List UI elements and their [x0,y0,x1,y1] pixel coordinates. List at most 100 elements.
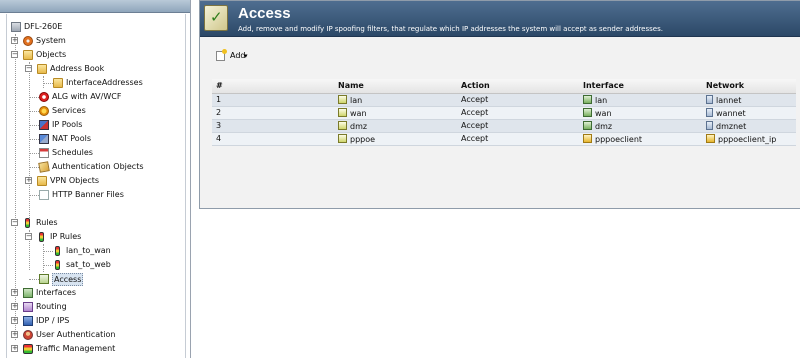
authentication-key-icon [38,161,50,173]
tree-label-ip-pools: IP Pools [52,120,83,129]
table-row[interactable]: 2 wan Accept wan wannet [212,106,796,120]
cell-interface: dmz [579,119,702,133]
cell-network: pppoeclient_ip [702,132,796,146]
cell-interface-text: lan [595,95,608,105]
add-button[interactable]: Add ▾ [210,49,252,63]
cell-network: dmznet [702,119,796,133]
table-row[interactable]: 1 lan Accept lan lannet [212,93,796,107]
tree-label-http-banner-files: HTTP Banner Files [52,190,124,199]
pppoe-interface-icon [583,133,592,143]
traffic-light-icon [55,260,60,270]
cell-network-text: dmznet [716,121,747,131]
table-row[interactable]: 4 pppoe Accept pppoeclient pppoeclient_i… [212,132,796,146]
collapse-toggle-icon[interactable]: − [25,65,32,72]
document-icon [39,190,49,200]
cell-name-text: pppoe [350,134,376,144]
cell-name-text: dmz [350,121,368,131]
cell-name-text: wan [350,108,367,118]
expand-toggle-icon[interactable]: + [11,303,18,310]
cell-interface-text: dmz [595,121,613,131]
ip-pool-icon [39,120,49,130]
new-item-icon [216,49,227,61]
firewall-device-icon [11,22,21,32]
tree-label-idp-ips: IDP / IPS [36,316,70,325]
cell-network-text: lannet [716,95,742,105]
column-header-network[interactable]: Network [702,79,796,94]
column-header-interface[interactable]: Interface [579,79,702,94]
routing-icon [23,302,33,312]
cell-number: 2 [212,106,334,120]
page-description: Add, remove and modify IP spoofing filte… [238,25,663,33]
navigation-pane: DFL-260E + System − Objects − Address Bo… [0,0,191,358]
tree-label-access: Access [52,273,84,286]
column-header-action[interactable]: Action [457,79,579,94]
cell-interface-text: pppoeclient [595,134,643,144]
collapse-toggle-icon[interactable]: − [11,51,18,58]
expand-toggle-icon[interactable]: + [11,317,18,324]
navigation-header [0,0,190,13]
cell-interface: pppoeclient [579,132,702,146]
cell-name-text: lan [350,95,363,105]
access-rules-table: # Name Action Interface Network 1 lan Ac… [212,79,796,146]
cell-name: dmz [334,119,457,133]
page-header: Access Add, remove and modify IP spoofin… [200,1,800,37]
tree-label-traffic-management: Traffic Management [36,344,116,353]
page-title: Access [238,5,291,22]
tree-label-authentication-objects: Authentication Objects [52,162,144,171]
expand-toggle-icon[interactable]: + [25,177,32,184]
tree-label-rules: Rules [36,218,58,227]
traffic-light-icon [55,246,60,256]
cell-number: 4 [212,132,334,146]
tree-label-sat-to-web: sat_to_web [66,260,111,269]
access-rule-icon [338,120,347,130]
expand-toggle-icon[interactable]: + [11,289,18,296]
folder-icon [53,78,63,88]
table-header-row: # Name Action Interface Network [212,79,796,94]
system-gear-icon [23,36,33,46]
cell-name: pppoe [334,132,457,146]
column-header-number[interactable]: # [212,79,334,94]
network-object-icon [706,94,713,104]
ethernet-interface-icon [583,94,592,104]
cell-action: Accept [457,132,579,146]
access-rule-icon [39,274,49,284]
cell-action: Accept [457,119,579,133]
cell-number: 1 [212,93,334,107]
access-rule-icon [338,107,347,117]
tree-label-user-authentication: User Authentication [36,330,116,339]
expand-toggle-icon[interactable]: + [11,345,18,352]
cell-interface: lan [579,93,702,107]
user-icon [23,330,33,340]
table-row[interactable]: 3 dmz Accept dmz dmznet [212,119,796,133]
idp-shield-icon [23,316,33,326]
tree-label-system: System [36,36,66,45]
content-pane: Access Add, remove and modify IP spoofin… [199,0,800,209]
calendar-icon [39,148,49,158]
expand-toggle-icon[interactable]: + [11,331,18,338]
alg-shield-icon [39,92,49,102]
access-rule-icon [338,94,347,104]
collapse-toggle-icon[interactable]: − [25,233,32,240]
expand-toggle-icon[interactable]: + [11,37,18,44]
tree-label-interface-addresses: InterfaceAddresses [66,78,143,87]
tree-label-root: DFL-260E [24,22,63,31]
tree-label-schedules: Schedules [52,148,93,157]
cell-network: lannet [702,93,796,107]
folder-icon [23,50,33,60]
cell-number: 3 [212,119,334,133]
dropdown-caret-icon: ▾ [244,52,248,60]
ethernet-interface-icon [583,120,592,130]
cell-network: wannet [702,106,796,120]
tree-label-ip-rules: IP Rules [50,232,82,241]
access-rule-icon [204,5,228,31]
tree-label-interfaces: Interfaces [36,288,76,297]
tree-label-alg: ALG with AV/WCF [52,92,122,101]
folder-icon [37,64,47,74]
cell-action: Accept [457,106,579,120]
column-header-name[interactable]: Name [334,79,457,94]
tree-label-services: Services [52,106,86,115]
tree-label-lan-to-wan: lan_to_wan [66,246,111,255]
access-rule-icon [338,133,347,143]
collapse-toggle-icon[interactable]: − [11,219,18,226]
traffic-light-icon [25,218,30,228]
